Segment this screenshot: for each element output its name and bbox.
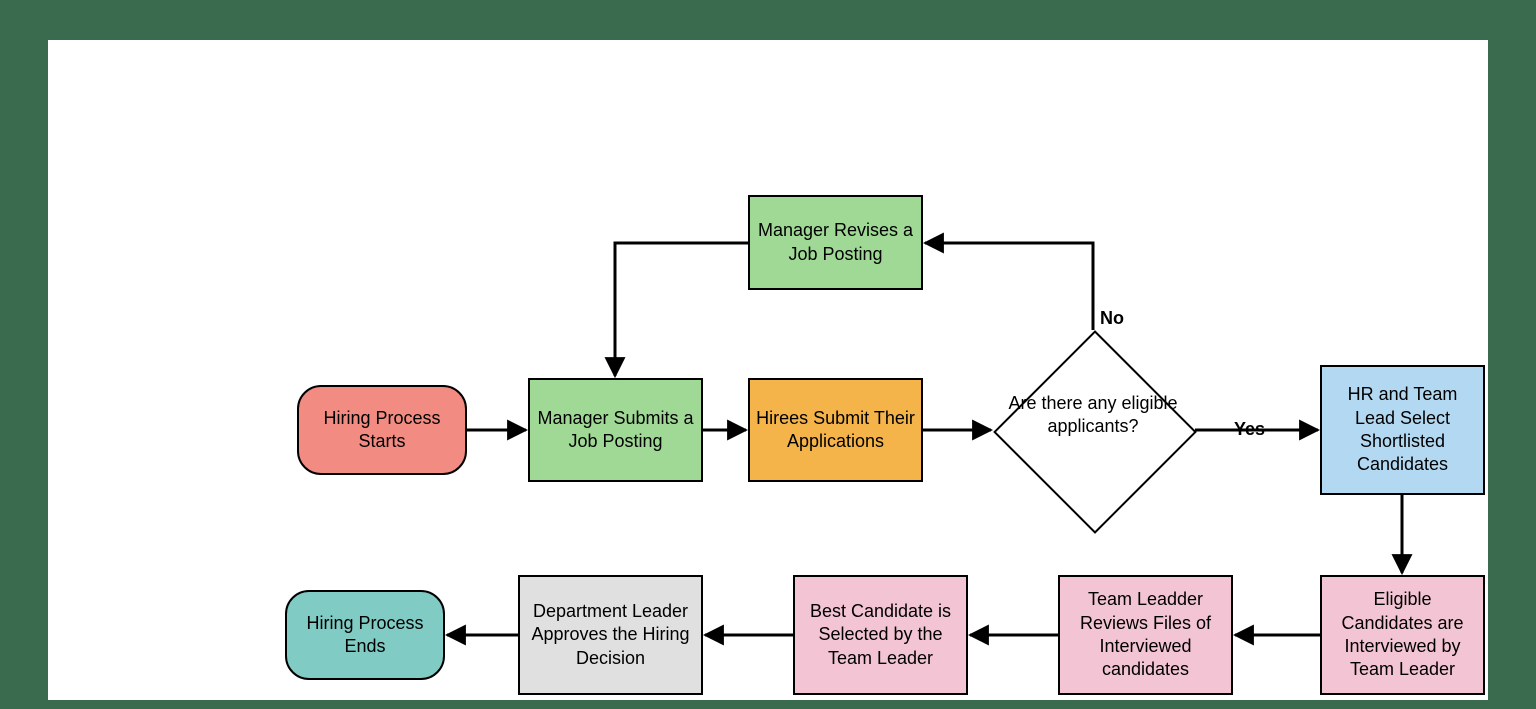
node-submit-label: Manager Submits a Job Posting (536, 407, 695, 454)
node-submit: Manager Submits a Job Posting (528, 378, 703, 482)
node-revise-label: Manager Revises a Job Posting (756, 219, 915, 266)
node-best-label: Best Candidate is Selected by the Team L… (801, 600, 960, 670)
node-review-label: Team Leadder Reviews Files of Interviewe… (1066, 588, 1225, 682)
node-hirees-label: Hirees Submit Their Applications (756, 407, 915, 454)
node-review: Team Leadder Reviews Files of Interviewe… (1058, 575, 1233, 695)
arrows-layer (48, 40, 1488, 700)
node-approve-label: Department Leader Approves the Hiring De… (526, 600, 695, 670)
node-revise: Manager Revises a Job Posting (748, 195, 923, 290)
node-interview-label: Eligible Candidates are Interviewed by T… (1328, 588, 1477, 682)
node-interview: Eligible Candidates are Interviewed by T… (1320, 575, 1485, 695)
edge-label-no: No (1100, 308, 1124, 329)
node-start: Hiring Process Starts (297, 385, 467, 475)
node-end: Hiring Process Ends (285, 590, 445, 680)
flowchart-canvas: Hiring Process Starts Manager Submits a … (48, 40, 1488, 700)
node-start-label: Hiring Process Starts (305, 407, 459, 454)
node-shortlist: HR and Team Lead Select Shortlisted Cand… (1320, 365, 1485, 495)
node-hirees: Hirees Submit Their Applications (748, 378, 923, 482)
node-decision-label: Are there any eligible applicants? (1003, 392, 1183, 439)
node-shortlist-label: HR and Team Lead Select Shortlisted Cand… (1328, 383, 1477, 477)
node-best: Best Candidate is Selected by the Team L… (793, 575, 968, 695)
node-approve: Department Leader Approves the Hiring De… (518, 575, 703, 695)
node-end-label: Hiring Process Ends (293, 612, 437, 659)
edge-label-yes: Yes (1234, 419, 1265, 440)
